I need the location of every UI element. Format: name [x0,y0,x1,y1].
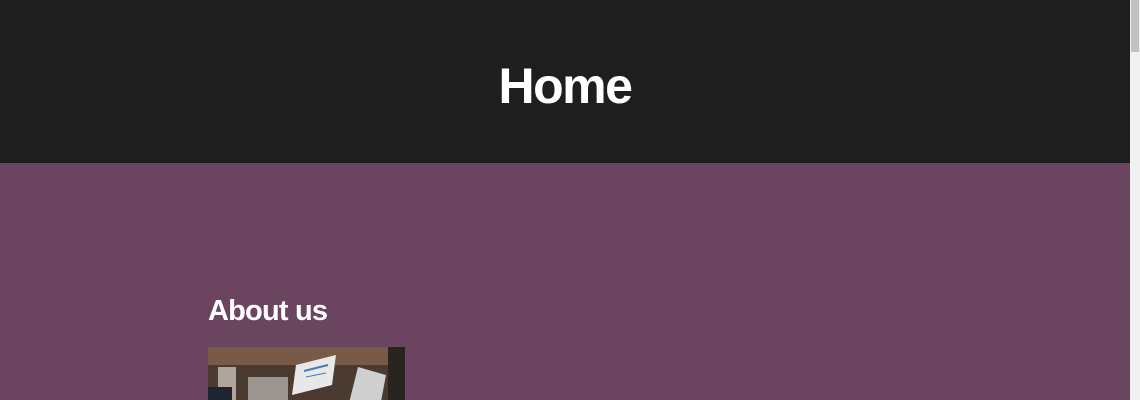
about-image [208,347,405,400]
vertical-scrollbar[interactable] [1130,0,1140,400]
about-section: About us [0,163,1130,400]
office-documents-photo [208,347,405,400]
page-title: Home [498,58,633,114]
section-heading: About us [208,295,328,327]
hero-banner: Home [0,0,1130,163]
scrollbar-thumb[interactable] [1131,0,1139,52]
page: Home About us [0,0,1130,400]
